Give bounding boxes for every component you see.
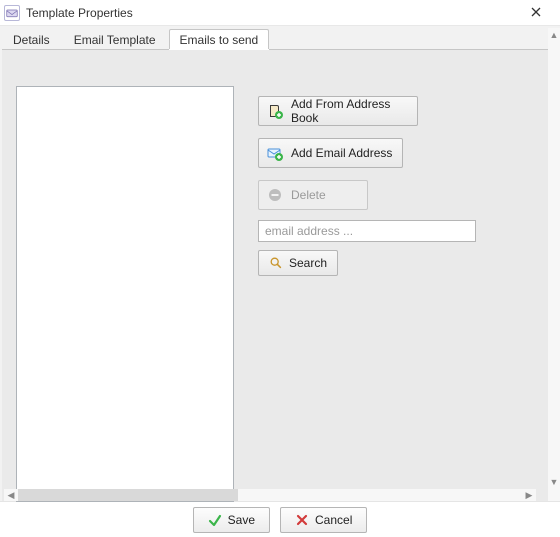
email-list[interactable] [16, 86, 234, 502]
hscroll-thumb[interactable] [18, 489, 238, 501]
search-button[interactable]: Search [258, 250, 338, 276]
search-label: Search [289, 256, 327, 270]
client-area: Details Email Template Emails to send Ad… [0, 26, 560, 501]
delete-icon [267, 187, 283, 203]
scroll-corner [548, 489, 560, 501]
delete-button: Delete [258, 180, 368, 210]
scroll-right-arrow-icon[interactable]: ▶ [522, 489, 536, 501]
tab-email-template[interactable]: Email Template [63, 29, 167, 49]
tab-details[interactable]: Details [2, 29, 61, 49]
dialog-footer: Save Cancel [0, 501, 560, 537]
tab-panel-emails-to-send: Add From Address Book Add Email Address [2, 50, 548, 501]
search-input[interactable] [258, 220, 476, 242]
scroll-down-arrow-icon[interactable]: ▼ [548, 475, 560, 489]
scroll-up-arrow-icon[interactable]: ▲ [548, 28, 560, 42]
save-label: Save [228, 513, 255, 527]
button-column: Add From Address Book Add Email Address [258, 96, 458, 210]
email-add-icon [267, 145, 283, 161]
hscroll-track[interactable] [18, 489, 522, 501]
save-button[interactable]: Save [193, 507, 270, 533]
close-icon [530, 5, 542, 21]
add-email-address-label: Add Email Address [291, 146, 392, 160]
search-area: Search [258, 220, 476, 276]
save-icon [208, 513, 222, 527]
add-email-address-button[interactable]: Add Email Address [258, 138, 403, 168]
search-icon [269, 256, 283, 270]
tab-emails-to-send[interactable]: Emails to send [169, 29, 270, 49]
address-book-add-icon [267, 103, 283, 119]
close-button[interactable] [516, 0, 556, 26]
tabstrip: Details Email Template Emails to send [2, 28, 548, 50]
titlebar: Template Properties [0, 0, 560, 26]
scroll-left-arrow-icon[interactable]: ◀ [4, 489, 18, 501]
vertical-scrollbar[interactable]: ▲ ▼ [548, 28, 560, 489]
vscroll-track[interactable] [548, 42, 560, 475]
add-from-address-book-button[interactable]: Add From Address Book [258, 96, 418, 126]
cancel-label: Cancel [315, 513, 352, 527]
add-from-address-book-label: Add From Address Book [291, 97, 409, 125]
horizontal-scrollbar[interactable]: ◀ ▶ [4, 489, 536, 501]
cancel-icon [295, 513, 309, 527]
app-icon [4, 5, 20, 21]
cancel-button[interactable]: Cancel [280, 507, 367, 533]
delete-label: Delete [291, 188, 326, 202]
window-title: Template Properties [26, 6, 516, 20]
